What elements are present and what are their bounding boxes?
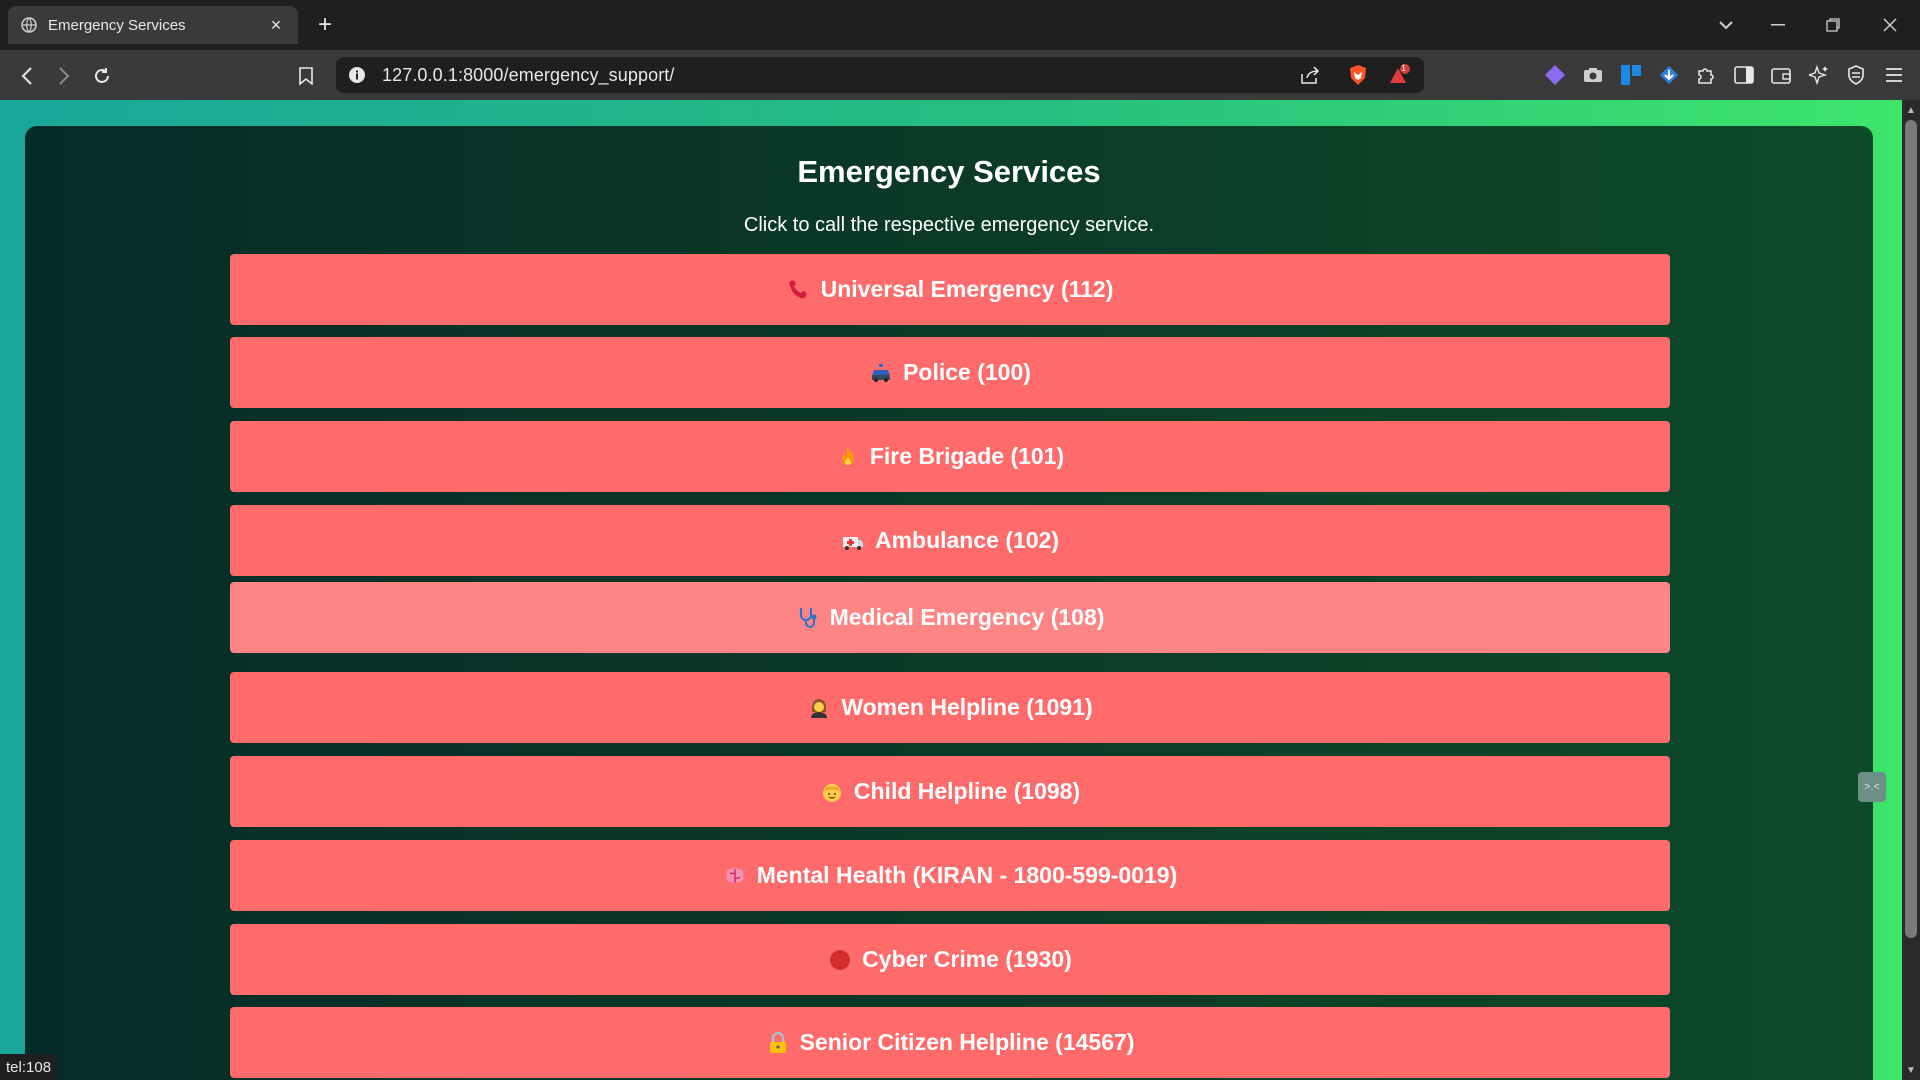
scroll-down-arrow-icon[interactable]: ▼ bbox=[1902, 1062, 1920, 1078]
scrollbar-thumb[interactable] bbox=[1905, 120, 1917, 938]
diamond-extension-icon[interactable] bbox=[1542, 62, 1568, 88]
vertical-scrollbar[interactable]: ▲ ▼ bbox=[1902, 100, 1920, 1080]
fire-icon bbox=[836, 445, 860, 469]
wallet-icon[interactable] bbox=[1768, 62, 1794, 88]
service-button-senior-citizen-helpline[interactable]: Senior Citizen Helpline (14567) bbox=[230, 1007, 1670, 1078]
close-icon[interactable]: × bbox=[266, 15, 286, 35]
service-button-universal-emergency[interactable]: Universal Emergency (112) bbox=[230, 254, 1670, 325]
service-button-women-helpline[interactable]: Women Helpline (1091) bbox=[230, 672, 1670, 743]
service-label: Ambulance (102) bbox=[874, 527, 1060, 553]
service-button-medical-emergency[interactable]: Medical Emergency (108) bbox=[230, 582, 1670, 653]
vpn-shield-icon[interactable] bbox=[1843, 62, 1869, 88]
address-bar[interactable]: 127.0.0.1:8000/emergency_support/ 1 bbox=[336, 57, 1424, 93]
service-label: Fire Brigade (101) bbox=[869, 443, 1065, 469]
tab-search-chevron-icon[interactable] bbox=[1706, 10, 1746, 40]
reload-icon[interactable] bbox=[88, 62, 116, 90]
service-button-mental-health[interactable]: Mental Health (KIRAN - 1800-599-0019) bbox=[230, 840, 1670, 911]
extensions-puzzle-icon[interactable] bbox=[1693, 62, 1719, 88]
service-button-cyber-crime[interactable]: Cyber Crime (1930) bbox=[230, 924, 1670, 995]
browser-tab[interactable]: Emergency Services × bbox=[8, 6, 298, 44]
close-window-icon[interactable] bbox=[1870, 10, 1910, 40]
police-car-icon bbox=[869, 361, 893, 385]
services-card: Emergency Services Click to call the res… bbox=[25, 126, 1873, 1080]
leo-ai-icon[interactable] bbox=[1806, 62, 1832, 88]
woman-icon bbox=[807, 696, 831, 720]
brave-shields-icon[interactable] bbox=[1344, 57, 1372, 93]
service-label: Women Helpline (1091) bbox=[841, 694, 1093, 720]
service-button-child-helpline[interactable]: Child Helpline (1098) bbox=[230, 756, 1670, 827]
rewards-badge: 1 bbox=[1401, 63, 1407, 73]
side-panel-handle[interactable]: >.< bbox=[1858, 772, 1886, 802]
trello-extension-icon[interactable] bbox=[1618, 62, 1644, 88]
service-label: Universal Emergency (112) bbox=[820, 276, 1114, 302]
service-label: Child Helpline (1098) bbox=[853, 778, 1081, 804]
service-label: Medical Emergency (108) bbox=[829, 604, 1105, 630]
service-button-fire-brigade[interactable]: Fire Brigade (101) bbox=[230, 421, 1670, 492]
red-circle-icon bbox=[828, 948, 852, 972]
globe-icon bbox=[20, 16, 38, 34]
new-tab-button[interactable]: + bbox=[312, 11, 338, 38]
page-subtitle: Click to call the respective emergency s… bbox=[743, 214, 1155, 236]
brave-rewards-icon[interactable]: 1 bbox=[1386, 57, 1414, 93]
tab-title: Emergency Services bbox=[48, 16, 186, 34]
download-extension-icon[interactable] bbox=[1656, 62, 1682, 88]
service-label: Cyber Crime (1930) bbox=[862, 946, 1072, 972]
status-bar-link-preview: tel:108 bbox=[0, 1054, 58, 1080]
sidebar-toggle-icon[interactable] bbox=[1731, 62, 1757, 88]
menu-icon[interactable] bbox=[1881, 62, 1907, 88]
stethoscope-icon bbox=[796, 606, 820, 630]
share-icon[interactable] bbox=[1296, 57, 1324, 93]
browser-titlebar: Emergency Services × + bbox=[0, 0, 1920, 50]
url-text: 127.0.0.1:8000/emergency_support/ bbox=[382, 64, 675, 85]
service-label: Senior Citizen Helpline (14567) bbox=[799, 1029, 1135, 1055]
ambulance-icon bbox=[841, 529, 865, 553]
service-label: Mental Health (KIRAN - 1800-599-0019) bbox=[756, 862, 1178, 888]
back-icon[interactable] bbox=[13, 62, 41, 90]
bookmark-icon[interactable] bbox=[292, 62, 320, 90]
service-button-ambulance[interactable]: Ambulance (102) bbox=[230, 505, 1670, 576]
child-icon bbox=[820, 780, 844, 804]
telephone-receiver-icon bbox=[787, 278, 811, 302]
minimize-icon[interactable] bbox=[1758, 10, 1798, 40]
scroll-up-arrow-icon[interactable]: ▲ bbox=[1902, 102, 1920, 118]
page-viewport: Emergency Services Click to call the res… bbox=[0, 100, 1920, 1080]
service-button-police[interactable]: Police (100) bbox=[230, 337, 1670, 408]
forward-icon[interactable] bbox=[50, 62, 78, 90]
service-label: Police (100) bbox=[903, 359, 1031, 385]
site-info-icon[interactable] bbox=[348, 66, 366, 84]
brain-icon bbox=[723, 864, 747, 888]
lock-icon bbox=[766, 1031, 790, 1055]
page-title: Emergency Services bbox=[797, 154, 1101, 189]
restore-icon[interactable] bbox=[1813, 10, 1853, 40]
camera-icon[interactable] bbox=[1580, 62, 1606, 88]
